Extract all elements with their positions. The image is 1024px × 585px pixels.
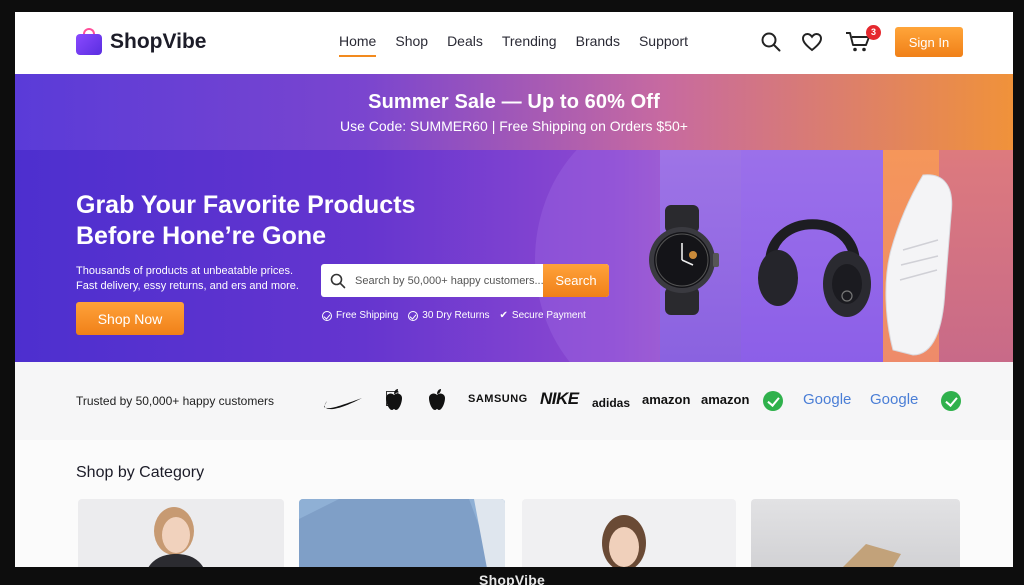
apparel-image <box>299 499 505 567</box>
model-image <box>148 507 204 567</box>
hero-title-line-2: Before Hone’re Gone <box>76 222 327 250</box>
amazon-logo-2: amazon <box>701 392 750 407</box>
hero-description-line-2: Fast delivery, essy returns, and ers and… <box>76 280 299 292</box>
nav-shop[interactable]: Shop <box>395 33 428 57</box>
sneaker-image <box>885 174 953 356</box>
search-icon[interactable] <box>760 31 782 53</box>
monitor-bezel-bottom: ShopVibe <box>0 567 1024 585</box>
trusted-brands-bar: Trusted by 50,000+ happy customers  SAM… <box>15 362 1013 440</box>
shop-now-button[interactable]: Shop Now <box>76 302 184 335</box>
feature-free-shipping: Free Shipping <box>322 310 398 321</box>
search-icon <box>321 264 355 297</box>
nav-trending[interactable]: Trending <box>502 33 557 57</box>
search-button[interactable]: Search <box>543 264 609 297</box>
sign-in-button[interactable]: Sign In <box>895 27 963 57</box>
hero-search-bar: Search <box>321 264 609 297</box>
apple-logo-shape <box>386 389 402 410</box>
main-nav: Home Shop Deals Trending Brands Support <box>339 33 707 57</box>
nav-brands[interactable]: Brands <box>576 33 620 57</box>
category-card[interactable] <box>751 499 960 567</box>
monitor-brand-label: ShopVibe <box>479 572 545 585</box>
hero-title-line-1: Grab Your Favorite Products <box>76 191 416 219</box>
google-logo-2: Google <box>870 391 919 408</box>
adidas-logo: adidas <box>592 396 631 410</box>
section-title: Shop by Category <box>76 464 205 481</box>
hero-description: Thousands of products at unbeatable pric… <box>76 264 336 294</box>
hero-section: Grab Your Favorite Products Before Hone’… <box>15 150 1013 362</box>
shop-by-category-section: Shop by Category <box>15 440 1013 567</box>
google-logo: Google <box>803 391 852 408</box>
product-box-image <box>843 544 901 567</box>
cart-count-badge: 3 <box>866 25 881 40</box>
apple-logo-shape-2 <box>429 389 445 410</box>
category-card[interactable] <box>522 499 736 567</box>
feature-list: Free Shipping 30 Dry Returns ✔ Secure Pay… <box>322 310 586 321</box>
verified-check-icon <box>763 391 783 411</box>
nav-support[interactable]: Support <box>639 33 688 57</box>
category-card[interactable] <box>299 499 505 567</box>
trusted-label: Trusted by 50,000+ happy customers <box>76 394 274 408</box>
logo[interactable]: ShopVibe <box>76 28 206 55</box>
heart-icon[interactable] <box>801 31 823 53</box>
browser-viewport: ShopVibe Home Shop Deals Trending Brands… <box>15 12 1013 567</box>
smartwatch-image <box>649 205 719 315</box>
promo-title: Summer Sale — Up to 60% Off <box>368 91 660 113</box>
headphones-image <box>758 219 871 317</box>
hero-description-line-1: Thousands of products at unbeatable pric… <box>76 265 294 277</box>
promo-banner[interactable]: Summer Sale — Up to 60% Off Use Code: SU… <box>15 74 1013 150</box>
monitor-bezel-top <box>0 0 1024 12</box>
monitor-bezel-right <box>1013 0 1024 585</box>
nav-home[interactable]: Home <box>339 33 377 57</box>
feature-secure-payment: ✔ Secure Payment <box>499 310 586 321</box>
shopping-bag-icon <box>76 28 102 55</box>
site-header: ShopVibe Home Shop Deals Trending Brands… <box>15 12 1013 74</box>
nike-swoosh-logo <box>324 398 362 410</box>
nike-logo: NIKE <box>540 389 579 408</box>
samsung-logo: SAMSUNG <box>468 393 528 405</box>
feature-returns: 30 Dry Returns <box>408 310 490 321</box>
model-image-2 <box>602 515 646 567</box>
check-circle-icon <box>322 310 332 321</box>
hero-title: Grab Your Favorite Products Before Hone’… <box>76 190 496 252</box>
promo-subtitle: Use Code: SUMMER60 | Free Shipping on Or… <box>340 118 688 134</box>
logo-text: ShopVibe <box>110 29 207 53</box>
category-card[interactable] <box>78 499 284 567</box>
amazon-logo: amazon <box>642 392 691 407</box>
nav-deals[interactable]: Deals <box>447 33 483 57</box>
verified-check-icon-2 <box>941 391 961 411</box>
checkmark-icon: ✔ <box>499 310 508 321</box>
search-input[interactable] <box>355 264 543 297</box>
monitor-bezel-left <box>0 0 15 585</box>
check-circle-icon <box>408 310 419 321</box>
